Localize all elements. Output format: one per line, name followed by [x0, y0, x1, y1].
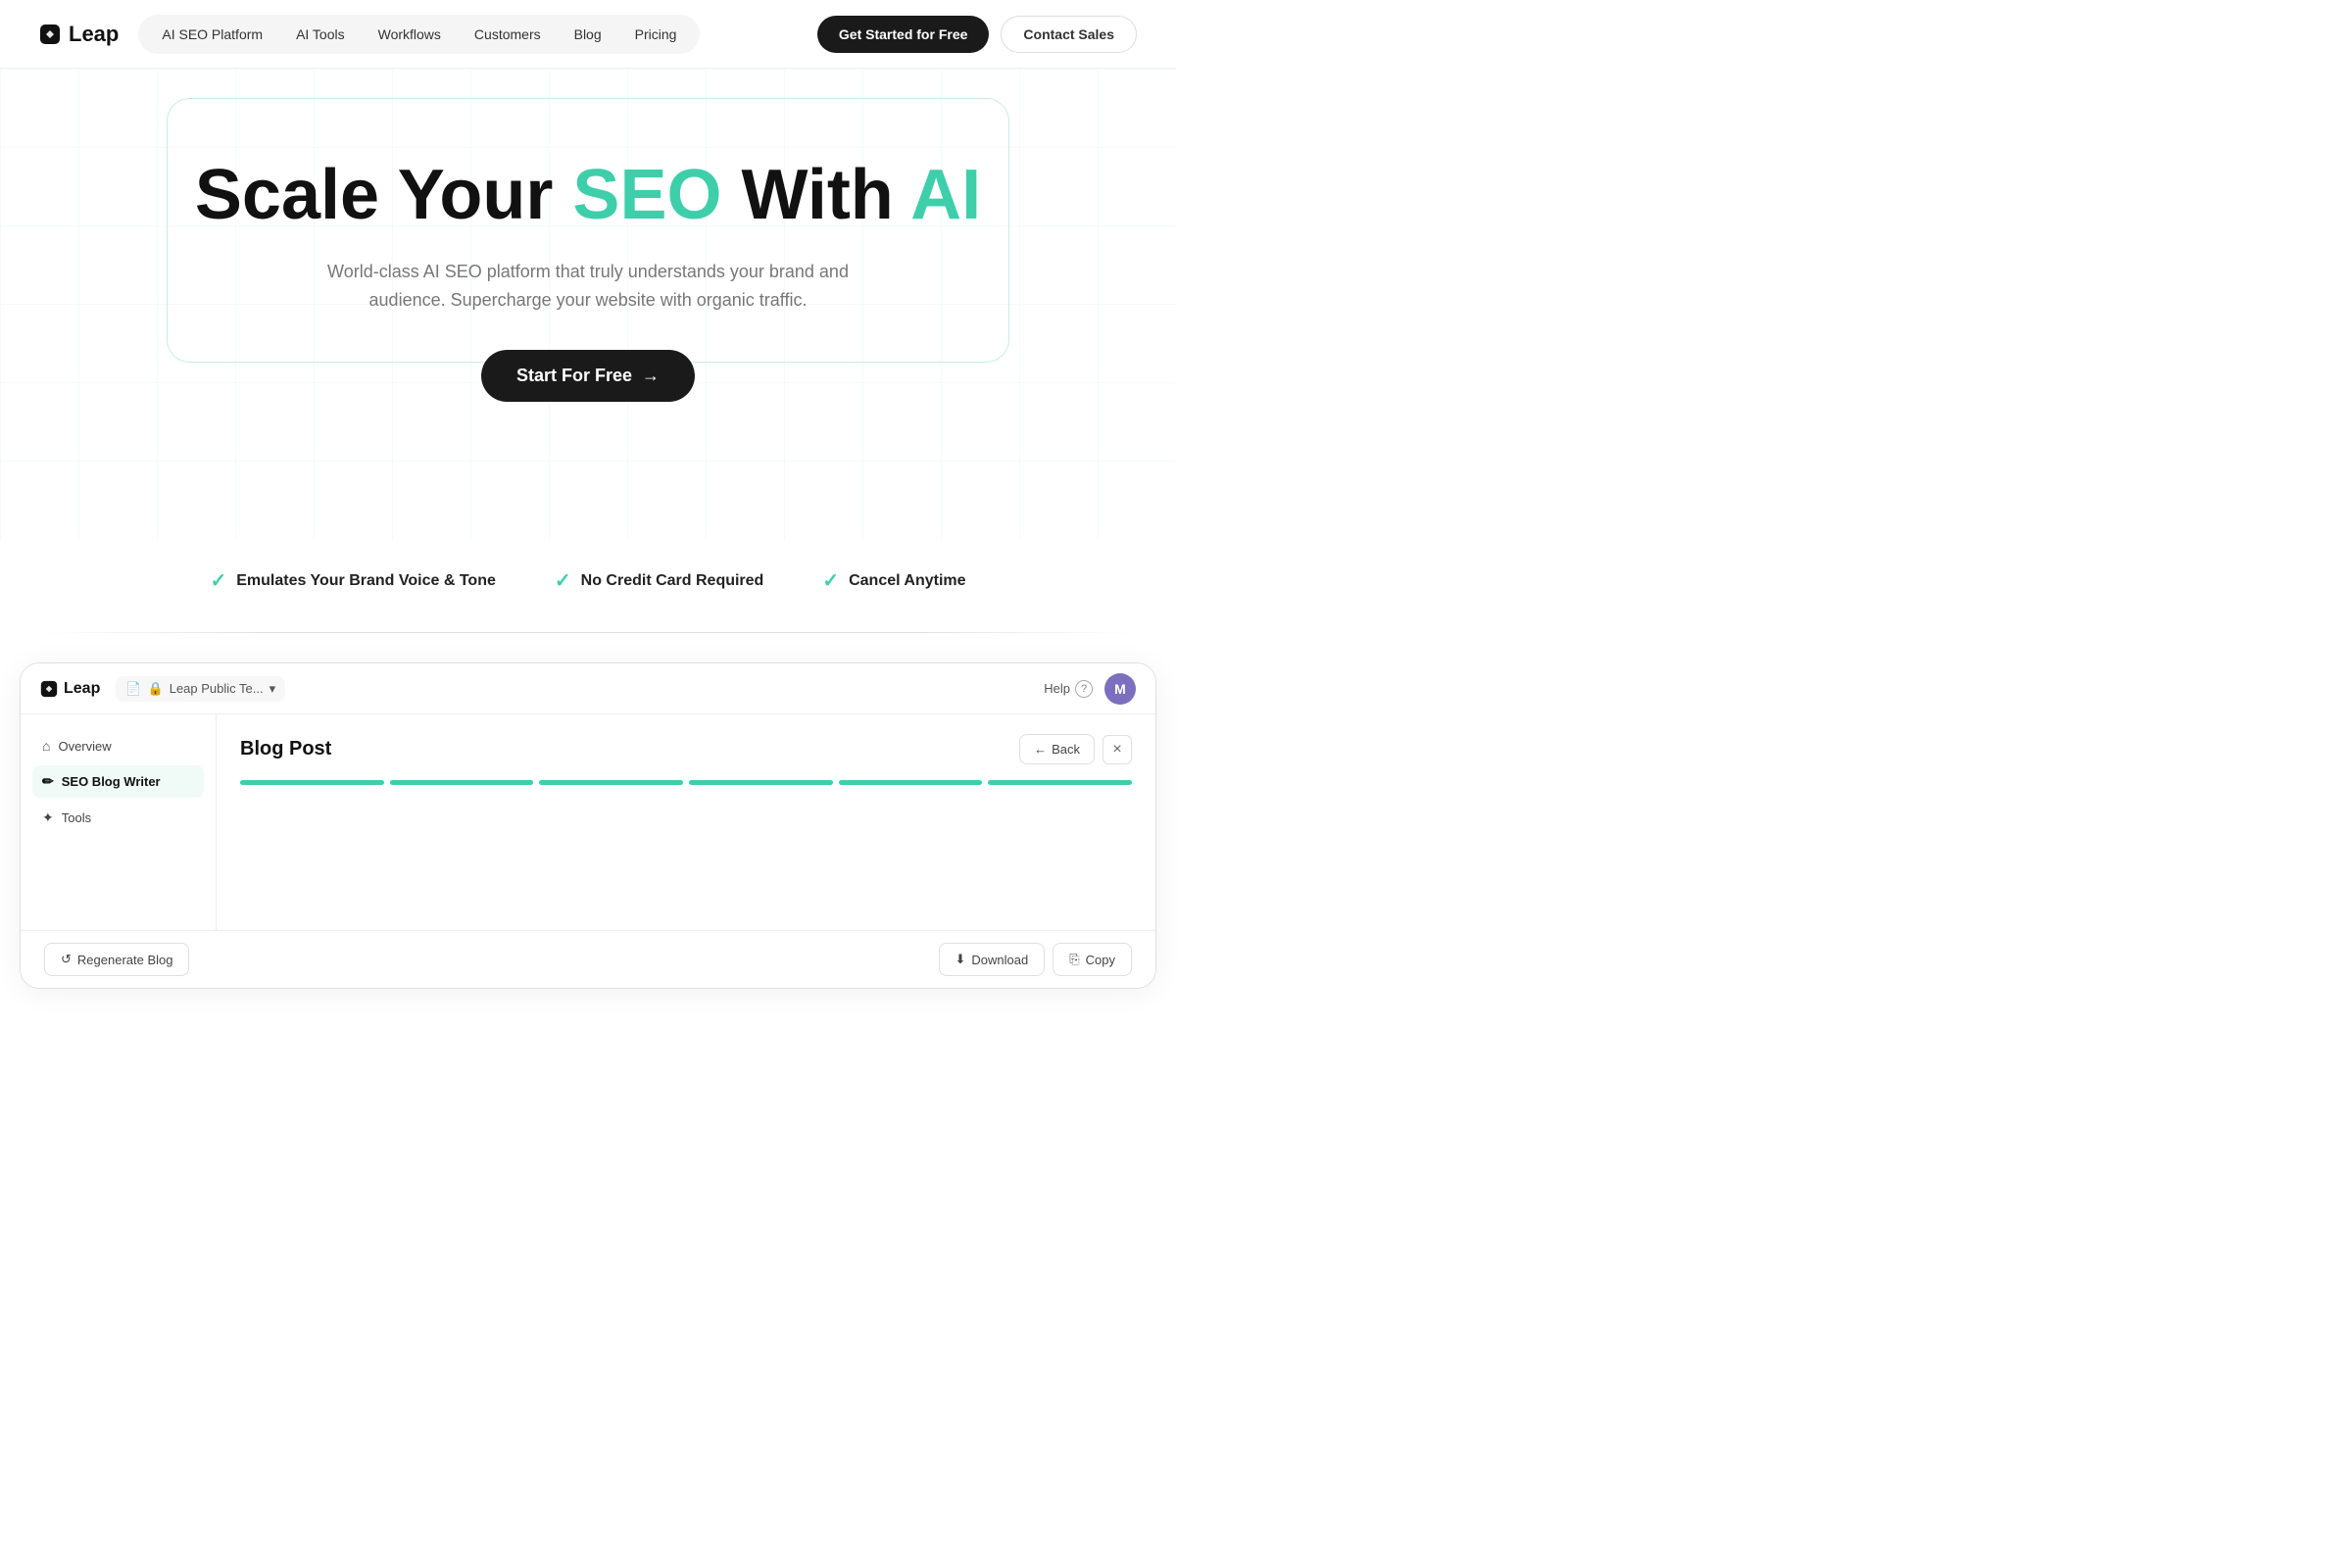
get-started-button[interactable]: Get Started for Free	[817, 16, 989, 53]
feature-item-cancel-anytime: ✓ Cancel Anytime	[822, 568, 965, 593]
app-preview: Leap 📄 🔒 Leap Public Te... ▾ Help ? M ⌂	[20, 662, 1156, 989]
pen-icon: ✏	[42, 773, 54, 790]
start-for-free-label: Start For Free	[516, 366, 632, 386]
back-button[interactable]: ← Back	[1019, 734, 1095, 764]
workspace-doc-icon: 📄	[125, 681, 141, 697]
logo-icon	[39, 24, 61, 45]
nav-item-pricing[interactable]: Pricing	[619, 20, 693, 49]
navbar: Leap AI SEO Platform AI Tools Workflows …	[0, 0, 1176, 69]
features-row: ✓ Emulates Your Brand Voice & Tone ✓ No …	[0, 539, 1176, 632]
check-icon-cancel-anytime: ✓	[822, 568, 839, 593]
progress-segment-2	[390, 780, 534, 785]
app-topbar-right: Help ? M	[1044, 673, 1136, 705]
blog-post-header: Blog Post ← Back ×	[240, 734, 1132, 764]
progress-segment-4	[689, 780, 833, 785]
feature-item-brand-voice: ✓ Emulates Your Brand Voice & Tone	[210, 568, 495, 593]
progress-segment-3	[539, 780, 683, 785]
app-bottom-bar: ↺ Regenerate Blog ⬇ Download ⎘ Copy	[21, 930, 1155, 988]
hero-title-part2: With	[721, 156, 910, 234]
sidebar-overview-label: Overview	[58, 739, 111, 754]
sidebar-seo-blog-label: SEO Blog Writer	[62, 774, 161, 789]
help-circle-icon: ?	[1075, 680, 1093, 698]
progress-segment-6	[988, 780, 1132, 785]
bottom-actions-left: ↺ Regenerate Blog	[44, 943, 189, 976]
download-button[interactable]: ⬇ Download	[939, 943, 1046, 976]
progress-segment-1	[240, 780, 384, 785]
regenerate-blog-button[interactable]: ↺ Regenerate Blog	[44, 943, 189, 976]
back-arrow-icon: ←	[1034, 742, 1047, 757]
app-logo-icon	[40, 680, 58, 698]
app-topbar: Leap 📄 🔒 Leap Public Te... ▾ Help ? M	[21, 663, 1155, 714]
close-button[interactable]: ×	[1102, 735, 1132, 764]
hero-title-seo: SEO	[572, 156, 721, 234]
contact-sales-button[interactable]: Contact Sales	[1001, 16, 1137, 53]
bottom-actions-right: ⬇ Download ⎘ Copy	[939, 943, 1133, 976]
home-icon: ⌂	[42, 738, 50, 754]
nav-pill: AI SEO Platform AI Tools Workflows Custo…	[138, 15, 700, 54]
regenerate-icon: ↺	[61, 952, 72, 967]
logo[interactable]: Leap	[39, 22, 119, 47]
nav-right: Get Started for Free Contact Sales	[817, 16, 1137, 53]
copy-button[interactable]: ⎘ Copy	[1053, 943, 1132, 976]
back-label: Back	[1052, 742, 1080, 757]
app-body: ⌂ Overview ✏ SEO Blog Writer ✦ Tools Blo…	[21, 714, 1155, 930]
nav-item-ai-seo[interactable]: AI SEO Platform	[146, 20, 278, 49]
check-icon-no-credit-card: ✓	[555, 568, 571, 593]
hero-title-ai: AI	[910, 156, 981, 234]
app-main: Blog Post ← Back ×	[217, 714, 1155, 930]
hero-content: Scale Your SEO With AI World-class AI SE…	[39, 127, 1137, 402]
download-icon: ⬇	[956, 952, 966, 967]
user-avatar[interactable]: M	[1104, 673, 1136, 705]
copy-icon: ⎘	[1069, 952, 1079, 967]
check-icon-brand-voice: ✓	[210, 568, 226, 593]
download-label: Download	[971, 953, 1028, 967]
start-for-free-arrow: →	[642, 366, 660, 386]
nav-item-ai-tools[interactable]: AI Tools	[280, 20, 361, 49]
sidebar-item-tools[interactable]: ✦ Tools	[32, 802, 204, 834]
feature-label-no-credit-card: No Credit Card Required	[581, 572, 764, 590]
app-logo-label: Leap	[64, 680, 100, 698]
tools-icon: ✦	[42, 809, 54, 826]
workspace-chevron-icon: ▾	[270, 681, 276, 697]
hero-title-part1: Scale Your	[195, 156, 573, 234]
copy-label: Copy	[1086, 953, 1115, 967]
section-divider	[39, 632, 1137, 633]
progress-bar	[240, 780, 1132, 785]
blog-post-actions: ← Back ×	[1019, 734, 1132, 764]
nav-item-workflows[interactable]: Workflows	[363, 20, 457, 49]
app-workspace-selector[interactable]: 📄 🔒 Leap Public Te... ▾	[116, 676, 285, 702]
progress-segment-5	[839, 780, 983, 785]
app-topbar-left: Leap 📄 🔒 Leap Public Te... ▾	[40, 676, 285, 702]
feature-label-brand-voice: Emulates Your Brand Voice & Tone	[236, 572, 496, 590]
sidebar-item-overview[interactable]: ⌂ Overview	[32, 730, 204, 761]
hero-subtitle: World-class AI SEO platform that truly u…	[314, 258, 862, 315]
hero-section: Scale Your SEO With AI World-class AI SE…	[0, 69, 1176, 539]
help-label: Help	[1044, 681, 1070, 696]
app-sidebar: ⌂ Overview ✏ SEO Blog Writer ✦ Tools	[21, 714, 217, 930]
workspace-label: Leap Public Te...	[170, 681, 264, 696]
workspace-lock-icon: 🔒	[148, 681, 164, 697]
nav-item-customers[interactable]: Customers	[459, 20, 557, 49]
feature-item-no-credit-card: ✓ No Credit Card Required	[555, 568, 763, 593]
help-button[interactable]: Help ?	[1044, 680, 1093, 698]
regenerate-label: Regenerate Blog	[77, 953, 173, 967]
brand-name: Leap	[69, 22, 119, 47]
blog-post-page-title: Blog Post	[240, 738, 331, 760]
nav-item-blog[interactable]: Blog	[559, 20, 617, 49]
feature-label-cancel-anytime: Cancel Anytime	[849, 572, 965, 590]
user-initial: M	[1114, 681, 1126, 697]
sidebar-tools-label: Tools	[62, 810, 91, 825]
hero-title: Scale Your SEO With AI	[39, 157, 1137, 234]
app-logo: Leap	[40, 680, 100, 698]
sidebar-item-seo-blog-writer[interactable]: ✏ SEO Blog Writer	[32, 765, 204, 798]
start-for-free-button[interactable]: Start For Free →	[481, 350, 695, 402]
